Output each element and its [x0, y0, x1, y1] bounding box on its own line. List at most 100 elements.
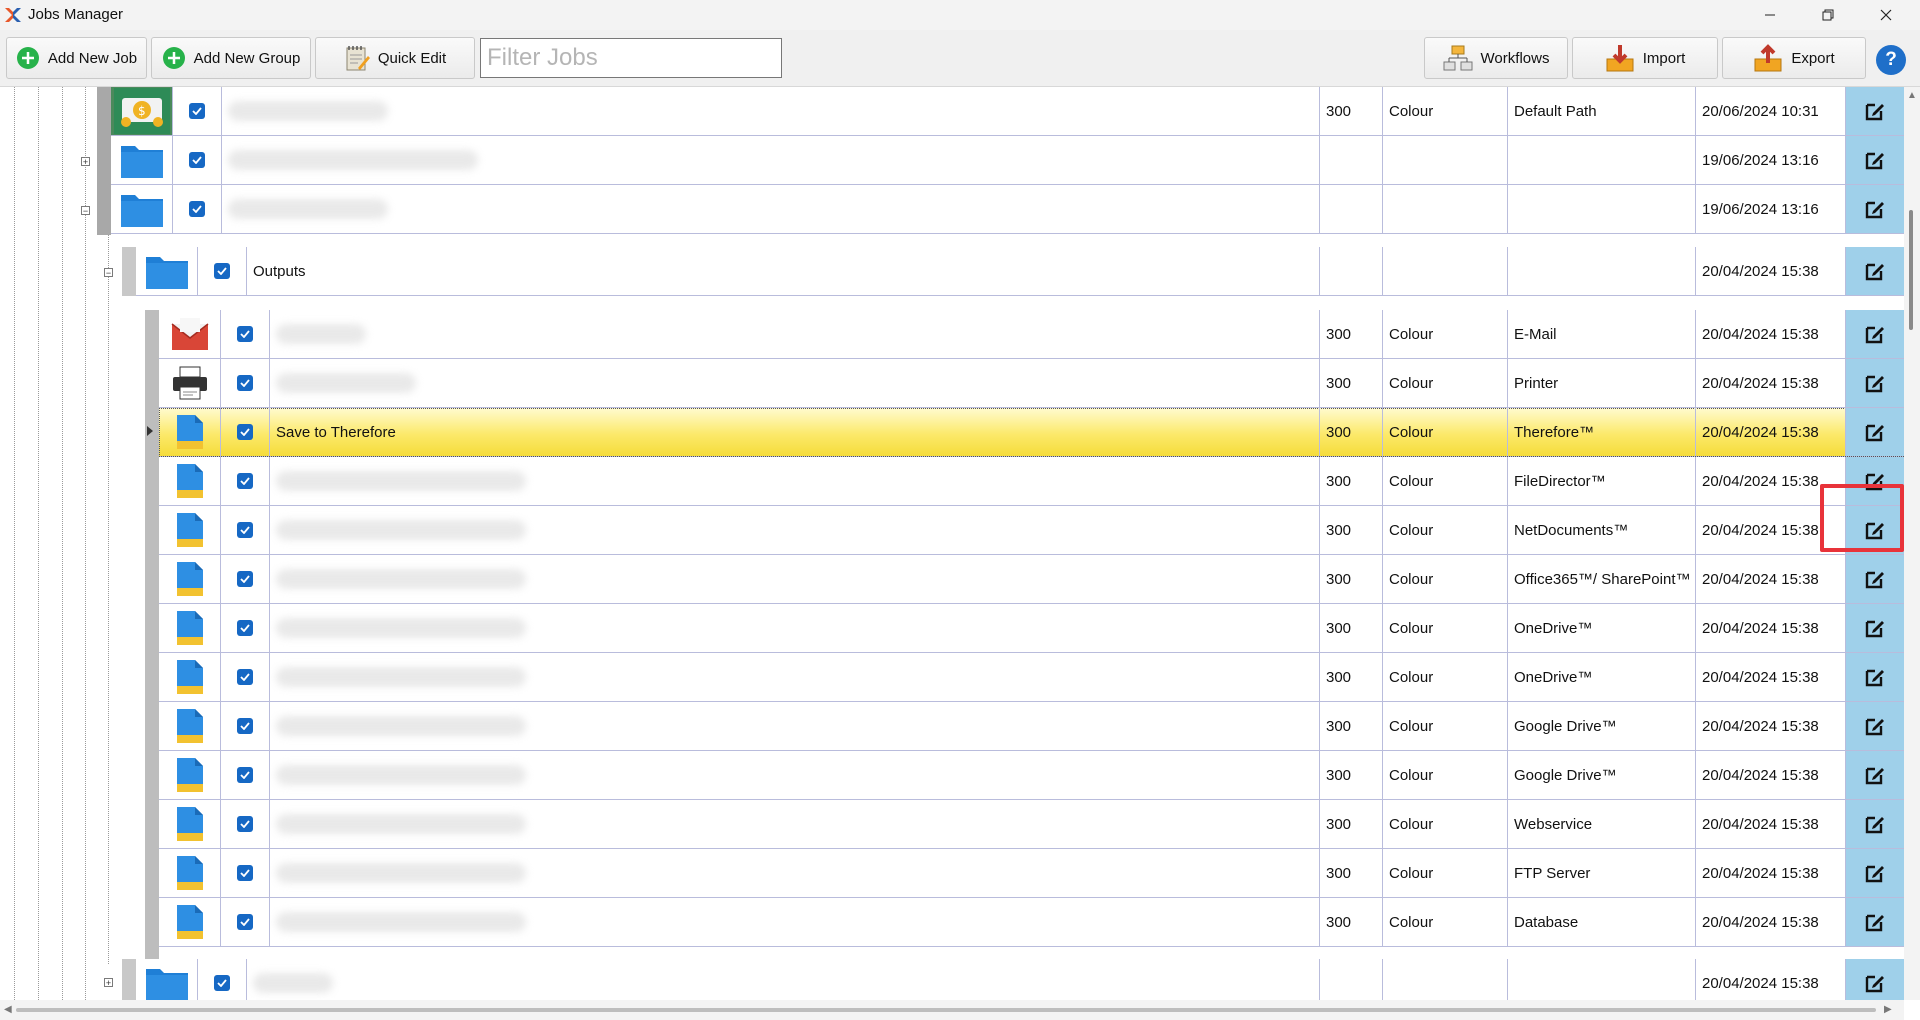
job-row[interactable]: 300 Colour OneDrive™ 20/04/2024 15:38	[159, 604, 1904, 653]
enabled-checkbox[interactable]	[221, 849, 270, 897]
job-row[interactable]: 300 Colour FTP Server 20/04/2024 15:38	[159, 849, 1904, 898]
group-row[interactable]: Outputs 20/04/2024 15:38	[136, 247, 1904, 296]
enabled-checkbox[interactable]	[221, 359, 270, 407]
edit-job-button[interactable]	[1846, 310, 1904, 358]
restore-icon	[1822, 9, 1834, 21]
redacted-name	[276, 569, 526, 589]
destination: Default Path	[1514, 102, 1597, 120]
colour-mode-cell: Colour	[1383, 653, 1508, 701]
job-row[interactable]: 300 Colour E-Mail 20/04/2024 15:38	[159, 310, 1904, 359]
destination-cell: FTP Server	[1508, 849, 1696, 897]
edit-job-button[interactable]	[1846, 653, 1904, 701]
vertical-scroll-thumb[interactable]	[1909, 210, 1913, 330]
row-pointer-icon	[147, 426, 153, 436]
group-row[interactable]: 20/04/2024 15:38	[136, 959, 1904, 1000]
filter-jobs-input[interactable]	[480, 38, 782, 78]
job-row[interactable]: 300 Colour Office365™/ SharePoint™ 20/04/20…	[159, 555, 1904, 604]
scroll-up-icon[interactable]: ▲	[1907, 90, 1917, 101]
job-row[interactable]: 300 Colour Webservice 20/04/2024 15:38	[159, 800, 1904, 849]
enabled-checkbox[interactable]	[221, 555, 270, 603]
enabled-checkbox[interactable]	[173, 87, 222, 135]
edit-job-button[interactable]	[1846, 136, 1904, 184]
edit-job-button[interactable]	[1846, 247, 1904, 295]
edit-job-button[interactable]	[1846, 185, 1904, 233]
job-row[interactable]: 300 Colour FileDirector™ 20/04/2024 15:38	[159, 457, 1904, 506]
enabled-checkbox[interactable]	[173, 136, 222, 184]
group-row[interactable]: 19/06/2024 13:16	[111, 136, 1904, 185]
jobs-grid: + − − + $300 Colour Default Path 20/06/2024…	[0, 87, 1904, 1000]
enabled-checkbox[interactable]	[221, 702, 270, 750]
job-row[interactable]: 300 Colour Google Drive™ 20/04/2024 15:38	[159, 751, 1904, 800]
enabled-checkbox[interactable]	[221, 653, 270, 701]
job-row[interactable]: 300 Colour Google Drive™ 20/04/2024 15:38	[159, 702, 1904, 751]
horizontal-scroll-thumb[interactable]	[16, 1008, 1876, 1012]
enabled-checkbox[interactable]	[198, 959, 247, 1000]
edit-job-button[interactable]	[1846, 751, 1904, 799]
expand-toggle[interactable]: +	[81, 157, 90, 167]
edit-icon	[1865, 103, 1884, 121]
edit-job-button[interactable]	[1846, 898, 1904, 946]
enabled-checkbox[interactable]	[173, 185, 222, 233]
job-name: Save to Therefore	[276, 423, 396, 441]
edit-job-button[interactable]	[1846, 959, 1904, 1000]
checked-checkbox-icon	[189, 103, 205, 119]
edit-job-button[interactable]	[1846, 702, 1904, 750]
enabled-checkbox[interactable]	[198, 247, 247, 295]
job-name-cell	[247, 959, 1320, 1000]
restore-button[interactable]	[1800, 0, 1856, 30]
job-row[interactable]: $300 Colour Default Path 20/06/2024 10:31	[111, 87, 1904, 136]
colour-mode-cell	[1383, 247, 1508, 295]
scroll-left-icon[interactable]: ◀	[4, 1004, 12, 1015]
edit-job-button[interactable]	[1846, 800, 1904, 848]
enabled-checkbox[interactable]	[221, 408, 270, 456]
dpi: 300	[1326, 102, 1352, 120]
workflows-button[interactable]: Workflows	[1424, 37, 1568, 79]
edit-job-button[interactable]	[1846, 87, 1904, 135]
destination-cell: OneDrive™	[1508, 653, 1696, 701]
tree-line	[14, 87, 15, 1000]
email-icon	[159, 310, 221, 358]
document-icon	[159, 751, 221, 799]
close-button[interactable]	[1858, 0, 1914, 30]
checked-checkbox-icon	[237, 620, 253, 636]
edit-job-button[interactable]	[1846, 555, 1904, 603]
enabled-checkbox[interactable]	[221, 604, 270, 652]
scroll-right-icon[interactable]: ▶	[1884, 1004, 1892, 1015]
enabled-checkbox[interactable]	[221, 751, 270, 799]
edit-job-button[interactable]	[1846, 604, 1904, 652]
destination: OneDrive™	[1514, 668, 1593, 686]
edit-job-button[interactable]	[1846, 408, 1904, 456]
edit-job-button[interactable]	[1846, 359, 1904, 407]
group-row[interactable]: 19/06/2024 13:16	[111, 185, 1904, 234]
add-new-job-button[interactable]: Add New Job	[6, 37, 147, 79]
job-row[interactable]: 300 Colour NetDocuments™ 20/04/2024 15:38	[159, 506, 1904, 555]
import-button[interactable]: Import	[1572, 37, 1718, 79]
edit-icon	[1865, 718, 1884, 736]
enabled-checkbox[interactable]	[221, 457, 270, 505]
expand-toggle[interactable]: +	[104, 978, 113, 988]
edit-icon	[1865, 620, 1884, 638]
export-button[interactable]: Export	[1722, 37, 1866, 79]
enabled-checkbox[interactable]	[221, 898, 270, 946]
minimize-button[interactable]	[1742, 0, 1798, 30]
selected-job-row[interactable]: Save to Therefore 300 Colour Therefore™ 20/0…	[147, 408, 1904, 457]
add-new-group-button[interactable]: Add New Group	[151, 37, 311, 79]
help-button[interactable]: ?	[1876, 45, 1906, 75]
job-row[interactable]: 300 Colour Printer 20/04/2024 15:38	[159, 359, 1904, 408]
edit-job-button[interactable]	[1846, 849, 1904, 897]
date-cell: 20/04/2024 15:38	[1696, 653, 1846, 701]
date-cell: 20/04/2024 15:38	[1696, 247, 1846, 295]
job-row[interactable]: 300 Colour OneDrive™ 20/04/2024 15:38	[159, 653, 1904, 702]
quick-edit-button[interactable]: Quick Edit	[315, 37, 475, 79]
colour-mode: Colour	[1389, 619, 1434, 637]
redacted-name	[276, 667, 526, 687]
destination-cell: FileDirector™	[1508, 457, 1696, 505]
enabled-checkbox[interactable]	[221, 506, 270, 554]
enabled-checkbox[interactable]	[221, 800, 270, 848]
job-row[interactable]: 300 Colour Database 20/04/2024 15:38	[159, 898, 1904, 947]
checked-checkbox-icon	[237, 767, 253, 783]
document-icon	[159, 457, 221, 505]
enabled-checkbox[interactable]	[221, 310, 270, 358]
collapse-toggle[interactable]: −	[104, 268, 113, 278]
collapse-toggle[interactable]: −	[81, 206, 90, 216]
